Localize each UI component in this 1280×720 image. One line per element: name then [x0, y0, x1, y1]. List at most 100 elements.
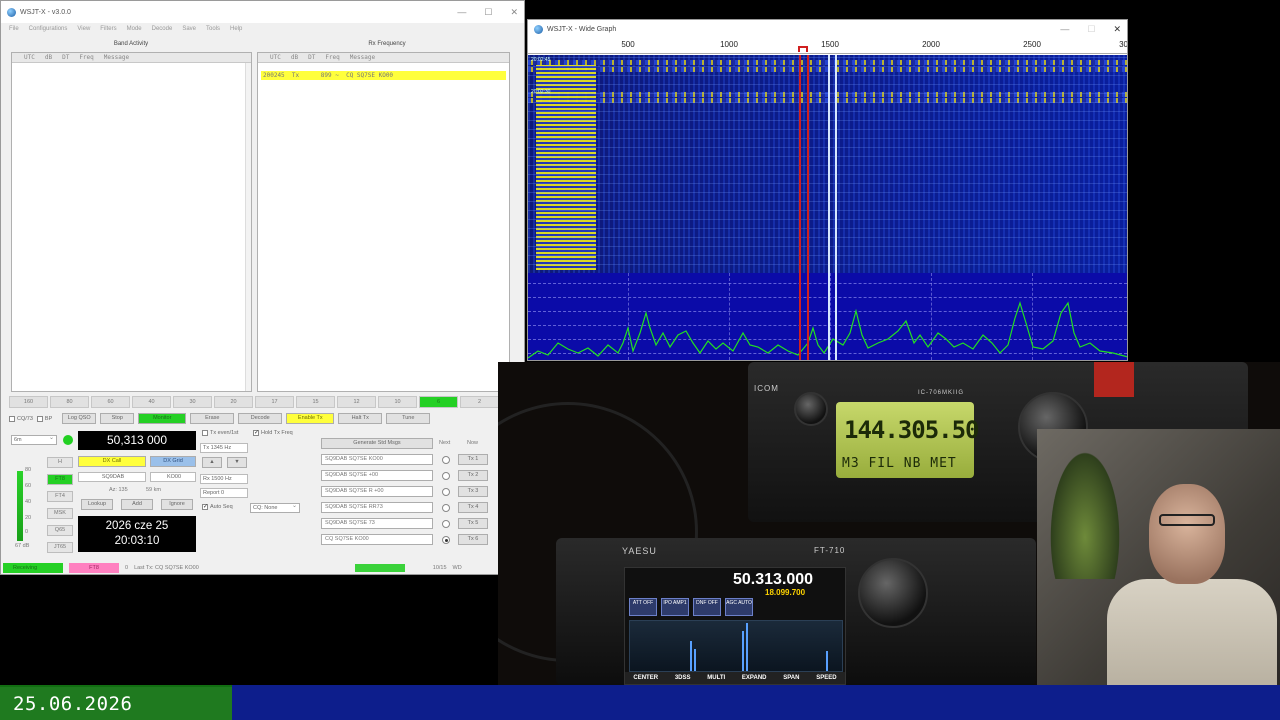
- close-icon[interactable]: ✕: [1113, 24, 1121, 35]
- tx2-button[interactable]: Tx 2: [458, 470, 488, 481]
- yaesu-sub-frequency: 18.099.700: [765, 588, 806, 597]
- band-80[interactable]: 80: [50, 396, 89, 408]
- tx4-button[interactable]: Tx 4: [458, 502, 488, 513]
- maximize-icon[interactable]: ☐: [484, 7, 492, 18]
- band-30[interactable]: 30: [173, 396, 212, 408]
- rx-freq-spinbox[interactable]: Rx 1500 Hz: [200, 474, 248, 484]
- menu-view[interactable]: View: [77, 26, 90, 32]
- dx-call-button[interactable]: DX Call: [78, 456, 146, 467]
- log-qso-button[interactable]: Log QSO: [62, 413, 97, 424]
- erase-button[interactable]: Erase: [190, 413, 235, 424]
- tx5-message[interactable]: SQ9DAB SQ7SE 73: [321, 518, 433, 529]
- scope-signal: [746, 623, 748, 671]
- close-icon[interactable]: ✕: [510, 7, 518, 18]
- tx3-radio[interactable]: [442, 488, 450, 496]
- generate-std-msgs-button[interactable]: Generate Std Msgs: [321, 438, 433, 449]
- band-60[interactable]: 60: [91, 396, 130, 408]
- mode-q65[interactable]: Q65: [47, 525, 73, 536]
- tx6-message[interactable]: CQ SQ7SE KO00: [321, 534, 433, 545]
- icom-knob: [794, 392, 828, 426]
- band-activity-scrollbar[interactable]: [245, 63, 251, 391]
- enable-tx-button[interactable]: Enable Tx: [286, 413, 335, 424]
- tx1-button[interactable]: Tx 1: [458, 454, 488, 465]
- yaesu-dnf: DNF OFF: [693, 598, 721, 616]
- tx6-radio[interactable]: [442, 536, 450, 544]
- band-10[interactable]: 10: [378, 396, 417, 408]
- ignore-button[interactable]: Ignore: [161, 499, 193, 510]
- add-button[interactable]: Add: [121, 499, 153, 510]
- tx1-message[interactable]: SQ9DAB SQ7SE KO00: [321, 454, 433, 465]
- rx-decode-line[interactable]: 200245 Tx 899 ~ CQ SQ7SE KO00: [261, 71, 506, 80]
- mode-ft4[interactable]: FT4: [47, 491, 73, 502]
- bp-checkbox[interactable]: BP: [36, 415, 52, 422]
- frequency-scale[interactable]: 500 1000 1500 2000 2500 3000: [528, 38, 1127, 54]
- dx-grid-field[interactable]: KO00: [150, 472, 196, 482]
- decode-button[interactable]: Decode: [238, 413, 283, 424]
- wd-status: WD: [452, 565, 462, 571]
- wsjtx-main-window: WSJT-X - v3.0.0 — ☐ ✕ File Configuration…: [0, 0, 525, 575]
- band-40[interactable]: 40: [132, 396, 171, 408]
- maximize-icon[interactable]: ☐: [1087, 24, 1095, 35]
- stop-button[interactable]: Stop: [100, 413, 135, 424]
- dx-grid-button[interactable]: DX Grid: [150, 456, 196, 467]
- operator-glasses: [1159, 514, 1215, 526]
- tx2-radio[interactable]: [442, 472, 450, 480]
- minimize-icon[interactable]: —: [1060, 24, 1069, 34]
- menu-mode[interactable]: Mode: [127, 26, 142, 32]
- tune-button[interactable]: Tune: [386, 413, 431, 424]
- mode-msk[interactable]: MSK: [47, 508, 73, 519]
- scope-signal: [742, 631, 744, 671]
- band-20[interactable]: 20: [214, 396, 253, 408]
- mode-h[interactable]: H: [47, 457, 73, 468]
- hold-tx-freq-checkbox[interactable]: Hold Tx Freq: [253, 430, 293, 436]
- tx5-button[interactable]: Tx 5: [458, 518, 488, 529]
- scope-signal: [826, 651, 828, 671]
- menu-decode[interactable]: Decode: [152, 26, 173, 32]
- band-15[interactable]: 15: [296, 396, 335, 408]
- rx-frequency-panel[interactable]: UTC dB DT Freq Message 200245 Tx 899 ~ C…: [257, 52, 510, 392]
- tx1-radio[interactable]: [442, 456, 450, 464]
- monitor-button[interactable]: Monitor: [138, 413, 187, 424]
- lookup-button[interactable]: Lookup: [81, 499, 113, 510]
- cq-select[interactable]: CQ: None: [250, 502, 300, 513]
- tx3-message[interactable]: SQ9DAB SQ7SE R +00: [321, 486, 433, 497]
- menu-filters[interactable]: Filters: [100, 26, 116, 32]
- date-display: 2026 cze 25: [105, 520, 169, 532]
- tx-freq-spinbox[interactable]: Tx 1345 Hz: [200, 443, 248, 453]
- menu-configurations[interactable]: Configurations: [29, 26, 68, 32]
- minimize-icon[interactable]: —: [457, 7, 466, 17]
- tx-even-checkbox[interactable]: Tx even/1st: [202, 430, 238, 436]
- auto-seq-checkbox[interactable]: Auto Seq: [202, 504, 233, 510]
- tx2-message[interactable]: SQ9DAB SQ7SE +00: [321, 470, 433, 481]
- tx4-radio[interactable]: [442, 504, 450, 512]
- tx4-message[interactable]: SQ9DAB SQ7SE RR73: [321, 502, 433, 513]
- tx5-radio[interactable]: [442, 520, 450, 528]
- menu-help[interactable]: Help: [230, 26, 242, 32]
- mode-ft8[interactable]: FT8: [47, 474, 73, 485]
- status-led: [63, 435, 73, 445]
- tx3-button[interactable]: Tx 3: [458, 486, 488, 497]
- band-12[interactable]: 12: [337, 396, 376, 408]
- azimuth: Az: 135: [109, 487, 128, 493]
- dx-call-field[interactable]: SQ9DAB: [78, 472, 146, 482]
- mode-jt65[interactable]: JT65: [47, 542, 73, 553]
- plant: [1045, 439, 1125, 579]
- band-2[interactable]: 2: [460, 396, 499, 408]
- band-160[interactable]: 160: [9, 396, 48, 408]
- icom-status-line: M3 FIL NB MET: [842, 456, 957, 471]
- band-select[interactable]: 6m: [11, 434, 57, 445]
- tx6-button[interactable]: Tx 6: [458, 534, 488, 545]
- report-spinbox[interactable]: Report 0: [200, 488, 248, 498]
- halt-tx-button[interactable]: Halt Tx: [338, 413, 383, 424]
- band-activity-panel[interactable]: UTC dB DT Freq Message: [11, 52, 252, 392]
- menu-save[interactable]: Save: [182, 26, 196, 32]
- hold-tx-freq-label: Hold Tx Freq: [261, 430, 293, 436]
- tx-down-arrow-icon[interactable]: ▼: [227, 457, 247, 468]
- band-6[interactable]: 6: [419, 396, 458, 408]
- menu-file[interactable]: File: [9, 26, 19, 32]
- menu-tools[interactable]: Tools: [206, 26, 220, 32]
- cq73-checkbox[interactable]: CQ/73: [9, 415, 33, 422]
- tx-up-arrow-icon[interactable]: ▲: [202, 457, 222, 468]
- operator-video: [1037, 429, 1280, 685]
- band-17[interactable]: 17: [255, 396, 294, 408]
